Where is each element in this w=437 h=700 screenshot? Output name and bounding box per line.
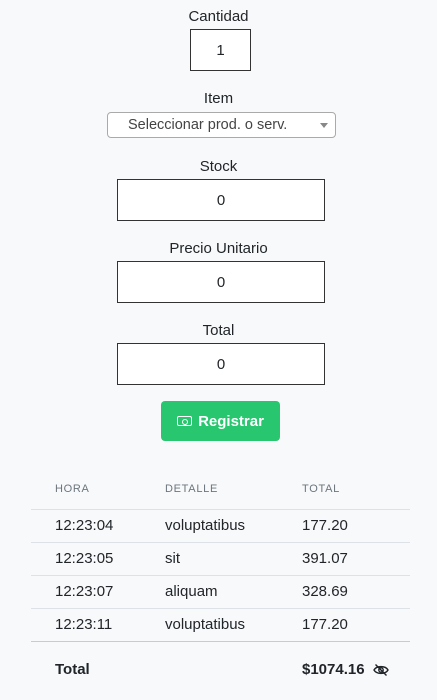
table-divider — [31, 575, 410, 576]
item-label: Item — [203, 90, 234, 107]
cell-total: 391.07 — [302, 550, 348, 567]
total-label: Total — [202, 322, 235, 339]
money-bill-icon — [177, 416, 193, 426]
cell-hora: 12:23:11 — [55, 616, 113, 633]
cell-total: 328.69 — [302, 583, 348, 600]
stock-input[interactable]: 0 — [117, 179, 325, 221]
chevron-down-icon — [320, 123, 328, 128]
column-header-hora: HORA — [55, 483, 90, 495]
column-header-detalle: DETALLE — [165, 483, 218, 495]
table-divider — [31, 641, 410, 642]
cell-detalle: sit — [165, 550, 180, 567]
cantidad-input[interactable]: 1 — [190, 29, 251, 71]
table-divider — [31, 542, 410, 543]
table-divider — [31, 509, 410, 510]
footer-total-value: $1074.16 — [302, 661, 365, 678]
footer-total-label: Total — [55, 661, 90, 678]
stock-label: Stock — [199, 158, 238, 175]
item-select[interactable]: Seleccionar prod. o serv. — [107, 112, 336, 138]
cell-hora: 12:23:07 — [55, 583, 114, 600]
cell-total: 177.20 — [302, 517, 348, 534]
cell-detalle: voluptatibus — [165, 616, 246, 633]
precio-unitario-input[interactable]: 0 — [117, 261, 325, 303]
registrar-button-label: Registrar — [198, 412, 264, 430]
cell-hora: 12:23:05 — [55, 550, 114, 567]
cell-total: 177.20 — [302, 616, 348, 633]
table-divider — [31, 608, 410, 609]
item-select-placeholder: Seleccionar prod. o serv. — [128, 117, 288, 133]
registrar-button[interactable]: Registrar — [161, 401, 280, 441]
eye-slash-icon[interactable] — [372, 663, 389, 677]
cell-detalle: aliquam — [165, 583, 218, 600]
precio-unitario-label: Precio Unitario — [169, 240, 268, 257]
cell-hora: 12:23:04 — [55, 517, 114, 534]
total-input[interactable]: 0 — [117, 343, 325, 385]
footer-total: $1074.16 — [302, 661, 389, 678]
cantidad-label: Cantidad — [188, 8, 249, 25]
column-header-total: TOTAL — [302, 483, 340, 495]
cell-detalle: voluptatibus — [165, 517, 246, 534]
